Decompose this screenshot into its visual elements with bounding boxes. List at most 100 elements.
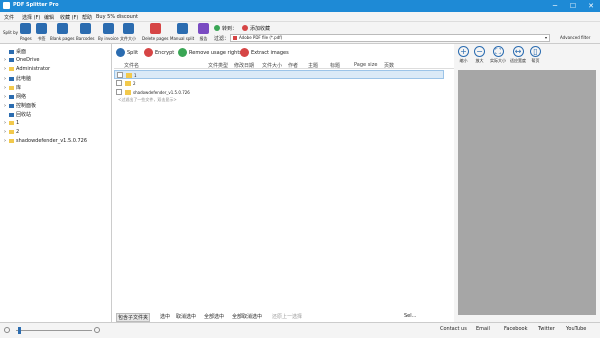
actual-size-button[interactable]: ⛶ 实际大小: [490, 46, 506, 64]
pages-icon: [20, 23, 32, 34]
folder-icon: [9, 120, 14, 125]
split-action-button[interactable]: Split: [116, 48, 138, 57]
delete-pages-icon: [149, 23, 161, 34]
col-pages[interactable]: 页数: [384, 62, 394, 69]
split-by-invoice-button[interactable]: By invoice: [98, 23, 119, 41]
sel-button[interactable]: Sel...: [404, 313, 416, 319]
split-blank-pages-button[interactable]: Blank pages: [50, 23, 75, 41]
filter-hint: <过滤出了一些文件，双击显示>: [118, 97, 177, 102]
lock-icon: [144, 48, 153, 57]
goto-button[interactable]: 转到：: [222, 25, 237, 32]
filter-label: 过滤：: [214, 36, 230, 42]
zoom-slider[interactable]: [16, 330, 92, 331]
manual-split-button[interactable]: Manual split: [170, 23, 194, 41]
select-all-button[interactable]: 全部选中: [204, 313, 224, 320]
split-by-label: Split by: [3, 30, 19, 35]
delete-pages-button[interactable]: Delete pages: [142, 23, 169, 41]
col-filetype[interactable]: 文件类型: [208, 62, 228, 69]
pdf-icon: [233, 36, 237, 40]
fit-width-button[interactable]: ↔ 适应宽度: [510, 46, 526, 64]
desktop-icon: [9, 49, 14, 54]
col-modified[interactable]: 修改日期: [234, 62, 254, 69]
col-author[interactable]: 作者: [288, 62, 298, 69]
tree-item-administrator[interactable]: › Administrator: [4, 66, 50, 72]
email-link[interactable]: Email: [476, 326, 490, 332]
youtube-link[interactable]: YouTube: [566, 326, 586, 332]
cloud-icon: [9, 57, 14, 62]
menu-favorites[interactable]: 收藏 (F): [60, 14, 78, 21]
zoom-slider-handle[interactable]: [18, 327, 21, 334]
col-title[interactable]: 标题: [330, 62, 340, 69]
split-bookmarks-button[interactable]: 书签: [36, 23, 47, 42]
invoice-icon: [102, 23, 114, 34]
tree-item-shadowdefender[interactable]: › shadowdefender_v1.5.0.726: [4, 138, 87, 144]
row-checkbox[interactable]: [116, 89, 122, 95]
title-bar: PDF Splitter Pro ─ ☐ ✕: [0, 0, 600, 12]
image-icon: [240, 48, 249, 57]
filter-select[interactable]: Adobe PDF file (*.pdf) ▾: [230, 34, 550, 42]
zoom-out-icon[interactable]: [4, 327, 10, 333]
twitter-link[interactable]: Twitter: [538, 326, 555, 332]
restore-selection-button[interactable]: 还原上一选择: [272, 313, 302, 320]
tree-item-folder-1[interactable]: › 1: [4, 120, 19, 126]
folder-icon: [9, 138, 14, 143]
file-row[interactable]: shadowdefender_v1.5.0.726: [114, 88, 444, 97]
tree-item-this-pc[interactable]: › 此电脑: [4, 75, 31, 82]
folder-icon: [125, 81, 131, 86]
tree-item-control-panel[interactable]: › 控制面板: [4, 102, 36, 109]
action-bar: Split Encrypt Remove usage rights Extrac…: [114, 45, 454, 61]
tree-item-folder-2[interactable]: › 2: [4, 129, 19, 135]
minimize-button[interactable]: ─: [546, 0, 564, 12]
extract-images-button[interactable]: Extract images: [240, 48, 289, 57]
tree-item-network[interactable]: › 网络: [4, 93, 26, 100]
split-file-size-button[interactable]: 文件大小: [120, 23, 136, 42]
status-bar: Contact us Email Facebook Twitter YouTub…: [0, 322, 600, 338]
folder-tree: 桌面 › OneDrive › Administrator › 此电脑 › 库 › 网络 …: [0, 44, 112, 322]
recycle-bin-icon: [9, 112, 14, 117]
tree-item-desktop[interactable]: 桌面: [4, 48, 26, 55]
facebook-link[interactable]: Facebook: [504, 326, 528, 332]
network-icon: [9, 94, 14, 99]
col-size[interactable]: 文件大小: [262, 62, 282, 69]
page-button[interactable]: ▯ 帮页: [530, 46, 541, 64]
row-checkbox[interactable]: [116, 80, 122, 86]
menu-help[interactable]: 帮助: [82, 14, 92, 21]
zoom-in-icon[interactable]: [94, 327, 100, 333]
col-filename[interactable]: 文件名: [124, 62, 139, 69]
tree-item-recycle-bin[interactable]: 回收站: [4, 111, 31, 118]
menu-select[interactable]: 选择 (F): [22, 14, 40, 21]
preview-area[interactable]: [458, 70, 596, 315]
window-title: PDF Splitter Pro: [13, 2, 59, 8]
deselect-all-button[interactable]: 全部取消选中: [232, 313, 262, 320]
menu-edit[interactable]: 编辑: [44, 14, 54, 21]
manual-split-icon: [176, 23, 188, 34]
row-checkbox[interactable]: [117, 72, 123, 78]
split-barcodes-button[interactable]: Barcodes: [76, 23, 94, 41]
report-button[interactable]: 报告: [198, 23, 209, 42]
include-subfolders-button[interactable]: 包含子文件夹: [116, 313, 151, 322]
remove-usage-rights-button[interactable]: Remove usage rights: [178, 48, 242, 57]
app-icon: [3, 2, 10, 9]
folder-icon: [126, 73, 132, 78]
tree-item-libraries[interactable]: › 库: [4, 84, 21, 91]
contact-us-link[interactable]: Contact us: [440, 326, 467, 332]
add-favorite-button[interactable]: 添加收藏: [250, 25, 270, 32]
tree-item-onedrive[interactable]: › OneDrive: [4, 57, 40, 63]
chevron-down-icon: ▾: [544, 35, 547, 40]
select-button[interactable]: 选中: [160, 313, 170, 320]
col-subject[interactable]: 主题: [308, 62, 318, 69]
close-button[interactable]: ✕: [582, 0, 600, 12]
file-row[interactable]: 1: [114, 70, 444, 79]
advanced-filter-link[interactable]: Advanced filter: [560, 35, 590, 40]
menu-file[interactable]: 文件: [4, 14, 14, 21]
toolbar: Split by Pages 书签 Blank pages Barcodes B…: [0, 22, 600, 44]
col-page-size[interactable]: Page size: [354, 62, 377, 68]
zoom-in-button[interactable]: − 放大: [474, 46, 485, 64]
split-pages-button[interactable]: Pages: [20, 23, 32, 41]
encrypt-button[interactable]: Encrypt: [144, 48, 174, 57]
file-row[interactable]: 2: [114, 79, 444, 88]
deselect-button[interactable]: 取消选中: [176, 313, 196, 320]
zoom-out-button[interactable]: + 缩小: [458, 46, 469, 64]
menu-buy-discount[interactable]: Buy 5% discount: [96, 14, 138, 20]
maximize-button[interactable]: ☐: [564, 0, 582, 12]
